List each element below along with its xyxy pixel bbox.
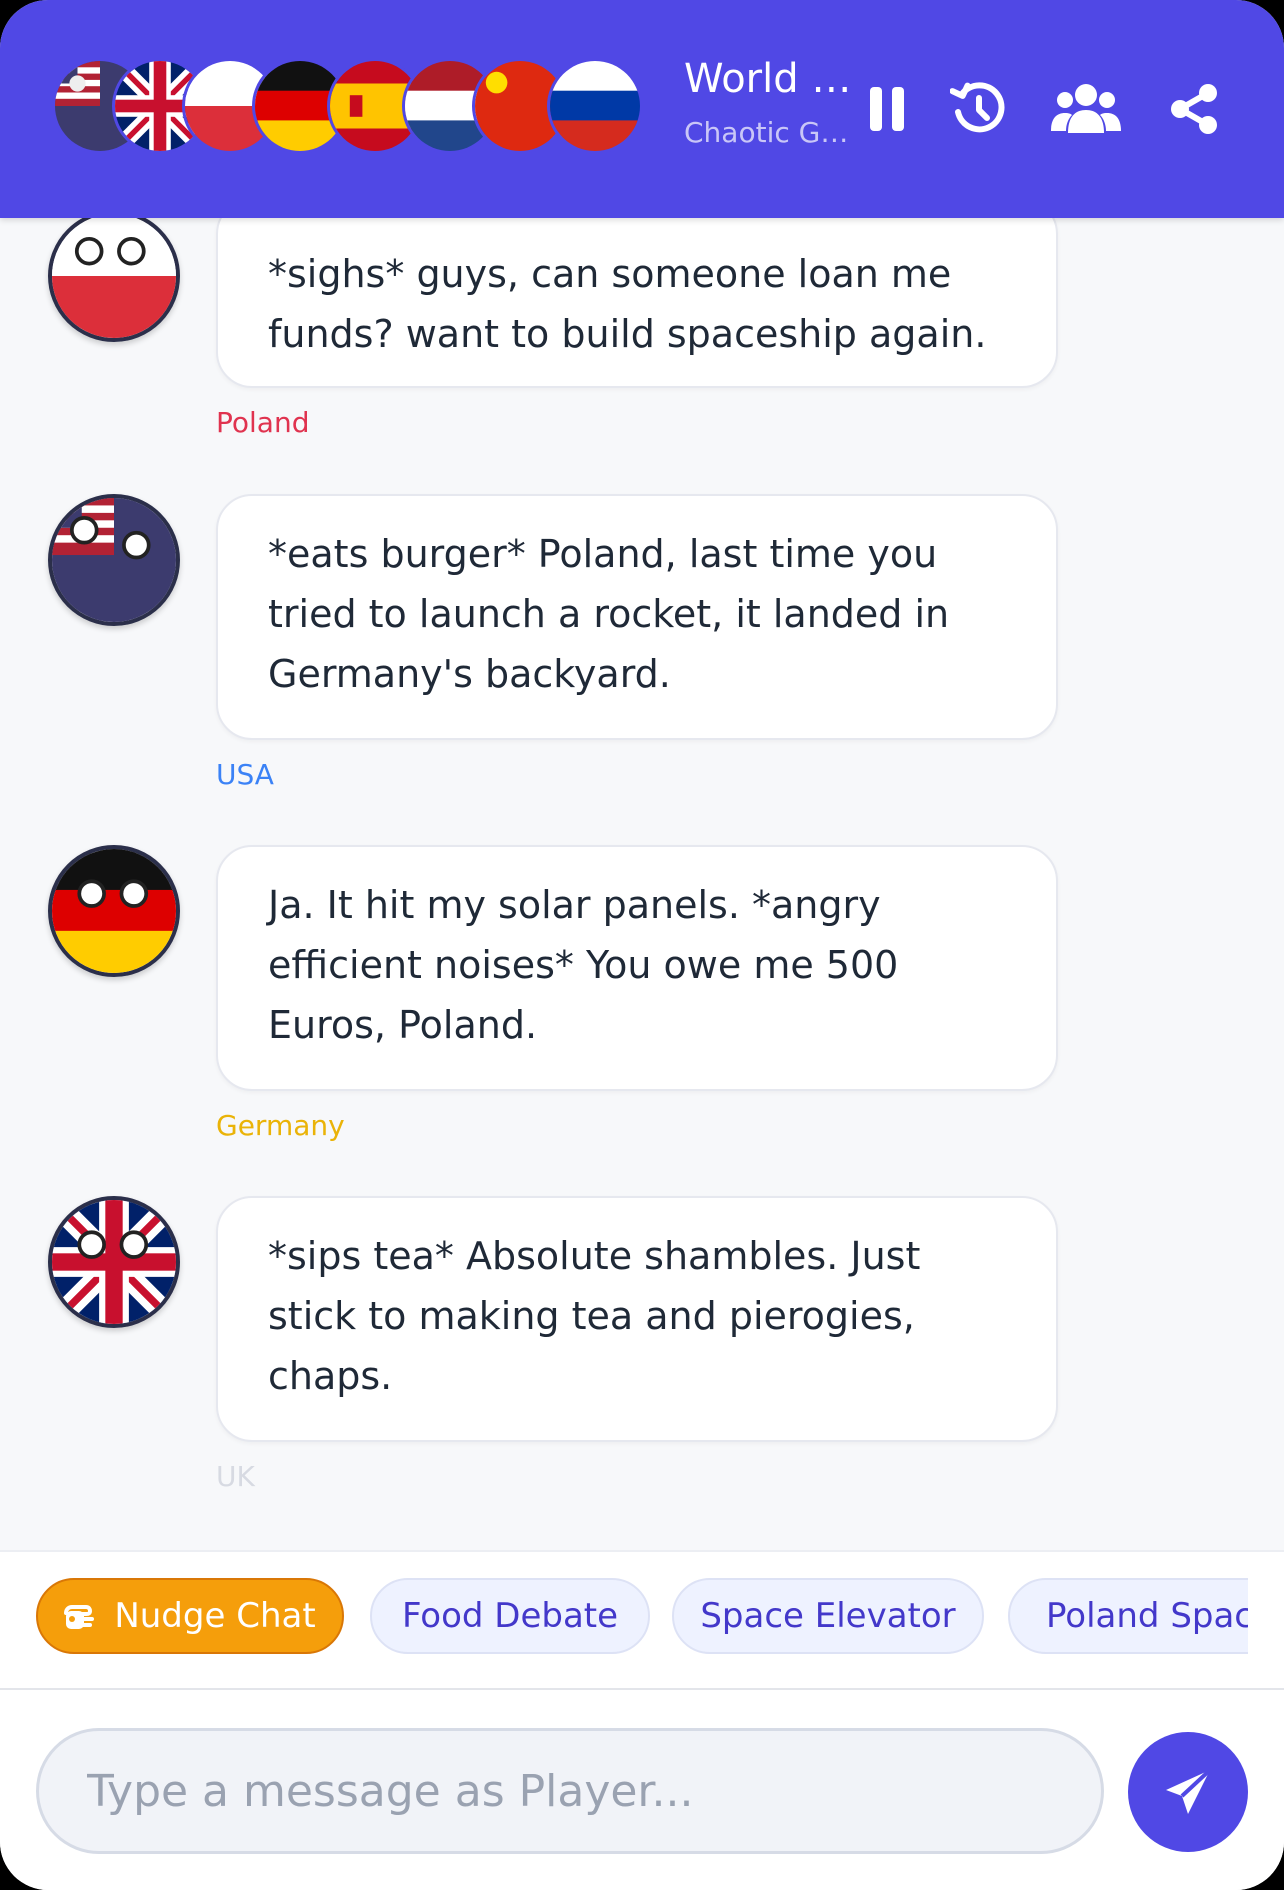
- participant-avatar-russia: [547, 58, 643, 154]
- message-list[interactable]: *sighs* guys, can someone loan me funds?…: [0, 218, 1284, 1548]
- sender-avatar-uk: [48, 1196, 180, 1328]
- message-sender: Germany: [216, 1109, 345, 1142]
- chip-food-debate[interactable]: Food Debate: [370, 1578, 650, 1654]
- history-icon: [950, 82, 1005, 133]
- suggestion-chip-track[interactable]: Nudge Chat Food Debate Space Elevator Po…: [36, 1576, 1248, 1660]
- chat-title-block: World Chat Chaotic Group: [684, 56, 854, 149]
- share-button[interactable]: [1166, 72, 1222, 146]
- nudge-chat-button[interactable]: Nudge Chat: [36, 1578, 344, 1654]
- members-button[interactable]: [1050, 72, 1122, 146]
- hand-point-icon: [64, 1605, 95, 1629]
- participant-avatar-stack[interactable]: [52, 58, 662, 158]
- nudge-chat-label: Nudge Chat: [114, 1596, 316, 1636]
- message-bubble: *sips tea* Absolute shambles. Just stick…: [216, 1196, 1058, 1442]
- chat-subtitle: Chaotic Group: [684, 116, 854, 149]
- message-input[interactable]: [36, 1728, 1104, 1854]
- message-bubble: *sighs* guys, can someone loan me funds?…: [216, 218, 1058, 388]
- pause-icon: [870, 87, 904, 131]
- sender-avatar-poland: [48, 218, 180, 342]
- message-composer: [0, 1690, 1284, 1890]
- sender-avatar-germany: [48, 845, 180, 977]
- message-sender: Poland: [216, 406, 310, 439]
- paper-plane-icon: [1166, 1768, 1212, 1814]
- chat-title: World Chat: [684, 56, 854, 102]
- chat-header: World Chat Chaotic Group: [0, 0, 1284, 218]
- message-bubble: *eats burger* Poland, last time you trie…: [216, 494, 1058, 740]
- suggestion-chip-bar: Nudge Chat Food Debate Space Elevator Po…: [0, 1550, 1284, 1690]
- message-sender: UK: [216, 1460, 255, 1493]
- send-button[interactable]: [1128, 1732, 1248, 1852]
- history-button[interactable]: [948, 72, 1010, 146]
- share-icon: [1171, 84, 1217, 134]
- chip-space-elevator[interactable]: Space Elevator: [672, 1578, 984, 1654]
- app-window: World Chat Chaotic Group: [0, 0, 1284, 1890]
- members-icon: [1051, 84, 1121, 133]
- message-sender: USA: [216, 758, 274, 791]
- message-bubble: Ja. It hit my solar panels. *angry effic…: [216, 845, 1058, 1091]
- chip-poland-space[interactable]: Poland Space: [1008, 1578, 1248, 1654]
- pause-button[interactable]: [866, 72, 910, 146]
- sender-avatar-usa: [48, 494, 180, 626]
